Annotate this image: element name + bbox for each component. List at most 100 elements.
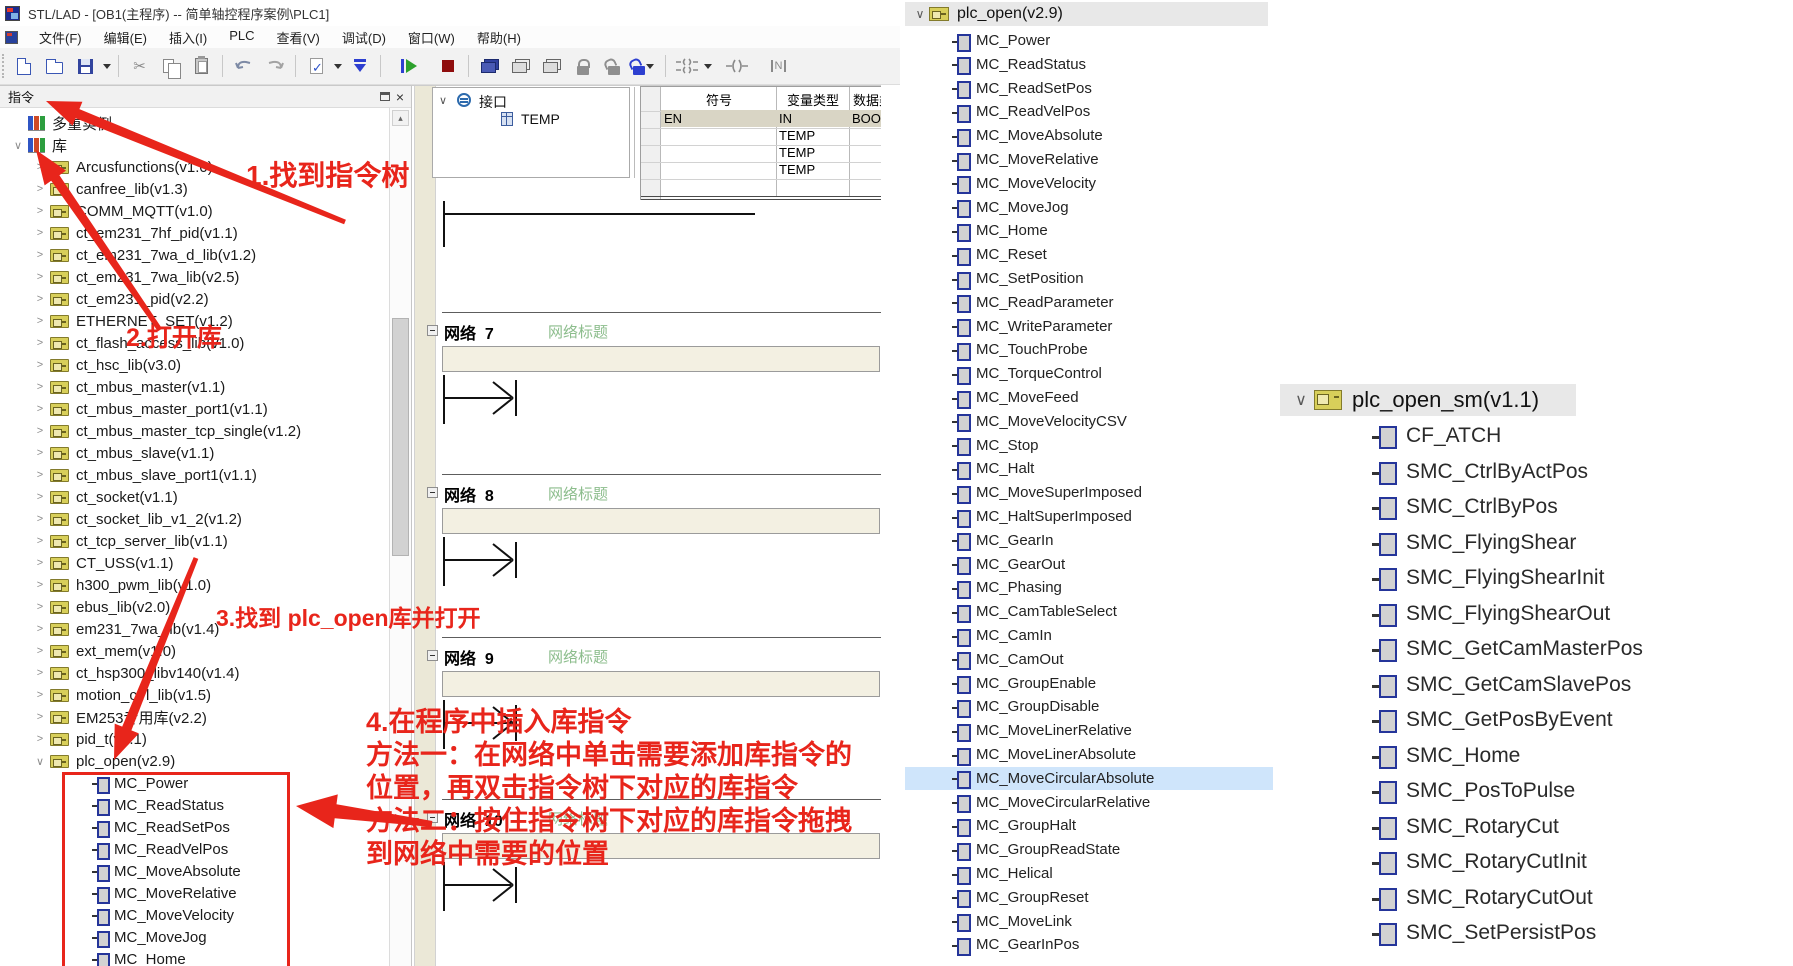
chevron-icon[interactable]: ∨ bbox=[30, 755, 50, 768]
library-function-item[interactable]: MC_ReadVelPos bbox=[905, 100, 1275, 123]
chevron-icon[interactable]: > bbox=[30, 161, 50, 173]
tree-item[interactable]: > ct_em231_pid(v2.2) bbox=[0, 288, 389, 310]
tree-item[interactable]: > ct_tcp_server_lib(v1.1) bbox=[0, 530, 389, 552]
collapse-icon[interactable] bbox=[427, 650, 438, 661]
library-function-item[interactable]: SMC_GetCamSlavePos bbox=[1280, 669, 1760, 701]
chevron-icon[interactable]: > bbox=[30, 249, 50, 261]
library-function-item[interactable]: MC_Phasing bbox=[905, 576, 1275, 599]
library-function-item[interactable]: MC_MoveCircularAbsolute bbox=[905, 767, 1275, 790]
library-function-item[interactable]: MC_ReadStatus bbox=[905, 53, 1275, 76]
network-block[interactable]: 网络 8 网络标题 bbox=[412, 474, 881, 636]
chevron-icon[interactable]: > bbox=[30, 601, 50, 613]
close-icon[interactable]: × bbox=[396, 91, 404, 103]
tree-item[interactable]: > pid_t(v1.1) bbox=[0, 728, 389, 750]
tree-item[interactable]: > ct_hsc_lib(v3.0) bbox=[0, 354, 389, 376]
library-function-item[interactable]: MC_ReadParameter bbox=[905, 291, 1275, 314]
library-function-item[interactable]: SMC_FlyingShear bbox=[1280, 527, 1760, 559]
library-function-item[interactable]: MC_Reset bbox=[905, 243, 1275, 266]
library-function-item[interactable]: MC_CamIn bbox=[905, 624, 1275, 647]
library-function-item[interactable]: CF_ATCH bbox=[1280, 420, 1760, 452]
tree-item[interactable]: > motion_ctrl_lib(v1.5) bbox=[0, 684, 389, 706]
library-function-item[interactable]: MC_GroupHalt bbox=[905, 814, 1275, 837]
tree-item[interactable]: > ext_mem(v1.0) bbox=[0, 640, 389, 662]
library-function-item[interactable]: MC_MoveFeed bbox=[905, 386, 1275, 409]
library-function-item[interactable]: MC_CamTableSelect bbox=[905, 600, 1275, 623]
chevron-icon[interactable]: > bbox=[30, 205, 50, 217]
network-block[interactable]: 网络 10 网络标题 bbox=[412, 799, 881, 961]
chevron-icon[interactable]: > bbox=[30, 425, 50, 437]
chevron-icon[interactable]: > bbox=[30, 645, 50, 657]
library-function-item[interactable]: SMC_Home bbox=[1280, 740, 1760, 772]
tree-item[interactable]: ∨ plc_open(v2.9) bbox=[0, 750, 389, 772]
network-title-placeholder[interactable]: 网络标题 bbox=[548, 808, 608, 829]
chevron-icon[interactable]: > bbox=[30, 535, 50, 547]
library-function-item[interactable]: MC_TorqueControl bbox=[905, 362, 1275, 385]
library-function-item[interactable]: MC_MoveLinerAbsolute bbox=[905, 743, 1275, 766]
library-function-item[interactable]: MC_Stop bbox=[905, 434, 1275, 457]
library-function-item[interactable]: MC_GroupEnable bbox=[905, 672, 1275, 695]
library-function-item[interactable]: MC_ReadSetPos bbox=[905, 77, 1275, 100]
chevron-icon[interactable]: > bbox=[30, 469, 50, 481]
library-function-item[interactable]: SMC_FlyingShearInit bbox=[1280, 562, 1760, 594]
library-function-item[interactable]: MC_Power bbox=[905, 29, 1275, 52]
chevron-icon[interactable]: > bbox=[30, 227, 50, 239]
tree-item[interactable]: > ct_mbus_master_port1(v1.1) bbox=[0, 398, 389, 420]
library-function-item[interactable]: MC_MoveVelocityCSV bbox=[905, 410, 1275, 433]
library-function-item[interactable]: SMC_RotaryCut bbox=[1280, 811, 1760, 843]
tree-item[interactable]: > ct_mbus_slave(v1.1) bbox=[0, 442, 389, 464]
chevron-icon[interactable]: > bbox=[30, 315, 50, 327]
library-function-item[interactable]: MC_GroupReset bbox=[905, 886, 1275, 909]
network-comment-bar[interactable] bbox=[442, 508, 880, 534]
library-function-item[interactable]: SMC_GetCamMasterPos bbox=[1280, 633, 1760, 665]
tree-item[interactable]: 多重实例 bbox=[0, 112, 389, 134]
network-title-placeholder[interactable]: 网络标题 bbox=[548, 483, 608, 504]
tree-item[interactable]: ∨ 库 bbox=[0, 134, 389, 156]
tree-item[interactable]: > ct_socket_lib_v1_2(v1.2) bbox=[0, 508, 389, 530]
collapse-icon[interactable] bbox=[427, 325, 438, 336]
chevron-icon[interactable]: > bbox=[30, 337, 50, 349]
chevron-icon[interactable]: > bbox=[30, 667, 50, 679]
chevron-icon[interactable]: > bbox=[30, 711, 50, 723]
library-function-item[interactable]: SMC_FlyingShearOut bbox=[1280, 598, 1760, 630]
tree-item[interactable]: > COMM_MQTT(v1.0) bbox=[0, 200, 389, 222]
library-function-item[interactable]: MC_MoveJog bbox=[905, 196, 1275, 219]
tree-item[interactable]: > ct_socket(v1.1) bbox=[0, 486, 389, 508]
collapse-icon[interactable] bbox=[427, 487, 438, 498]
library-function-item[interactable]: SMC_RotaryCutOut bbox=[1280, 882, 1760, 914]
chevron-icon[interactable]: > bbox=[30, 579, 50, 591]
network-block[interactable]: 网络 7 网络标题 bbox=[412, 312, 881, 474]
library-function-item[interactable]: MC_GroupReadState bbox=[905, 838, 1275, 861]
library-function-item[interactable]: MC_MoveCircularRelative bbox=[905, 791, 1275, 814]
library-function-item[interactable]: MC_MoveAbsolute bbox=[905, 124, 1275, 147]
library-function-item[interactable]: MC_Halt bbox=[905, 457, 1275, 480]
scrollbar-thumb[interactable] bbox=[392, 318, 409, 556]
library-function-item[interactable]: MC_MoveVelocity bbox=[905, 172, 1275, 195]
network-block[interactable]: 网络 9 网络标题 bbox=[412, 637, 881, 799]
library-function-item[interactable]: MC_MoveSuperImposed bbox=[905, 481, 1275, 504]
chevron-icon[interactable]: > bbox=[30, 359, 50, 371]
chevron-icon[interactable]: > bbox=[30, 623, 50, 635]
library-function-item[interactable]: SMC_CtrlByActPos bbox=[1280, 456, 1760, 488]
library-function-item[interactable]: MC_Home bbox=[905, 219, 1275, 242]
tree-item[interactable]: > ct_em231_7hf_pid(v1.1) bbox=[0, 222, 389, 244]
library-function-item[interactable]: SMC_GetPosByEvent bbox=[1280, 704, 1760, 736]
chevron-icon[interactable]: > bbox=[30, 183, 50, 195]
chevron-icon[interactable]: ∨ bbox=[8, 139, 28, 152]
tree-item[interactable]: > ct_mbus_master(v1.1) bbox=[0, 376, 389, 398]
scroll-up-icon[interactable]: ▴ bbox=[392, 110, 409, 126]
chevron-icon[interactable]: > bbox=[30, 689, 50, 701]
collapse-icon[interactable] bbox=[427, 812, 438, 823]
library-function-item[interactable]: MC_GearIn bbox=[905, 529, 1275, 552]
tree-item[interactable]: > h300_pwm_lib(v1.0) bbox=[0, 574, 389, 596]
tree-item[interactable]: > ct_em231_7wa_d_lib(v1.2) bbox=[0, 244, 389, 266]
library-function-item[interactable]: SMC_PosToPulse bbox=[1280, 775, 1760, 807]
tree-item[interactable]: > ct_mbus_slave_port1(v1.1) bbox=[0, 464, 389, 486]
tree-item[interactable]: > ct_hsp300_libv140(v1.4) bbox=[0, 662, 389, 684]
library-function-item[interactable]: MC_CamOut bbox=[905, 648, 1275, 671]
library-function-item[interactable]: MC_GearInPos bbox=[905, 933, 1275, 956]
chevron-icon[interactable]: > bbox=[30, 557, 50, 569]
library-function-item[interactable]: SMC_CtrlByPos bbox=[1280, 491, 1760, 523]
library-function-item[interactable]: MC_MoveRelative bbox=[905, 148, 1275, 171]
tree-item[interactable]: > ct_em231_7wa_lib(v2.5) bbox=[0, 266, 389, 288]
library-function-item[interactable]: SMC_RotaryCutInit bbox=[1280, 846, 1760, 878]
